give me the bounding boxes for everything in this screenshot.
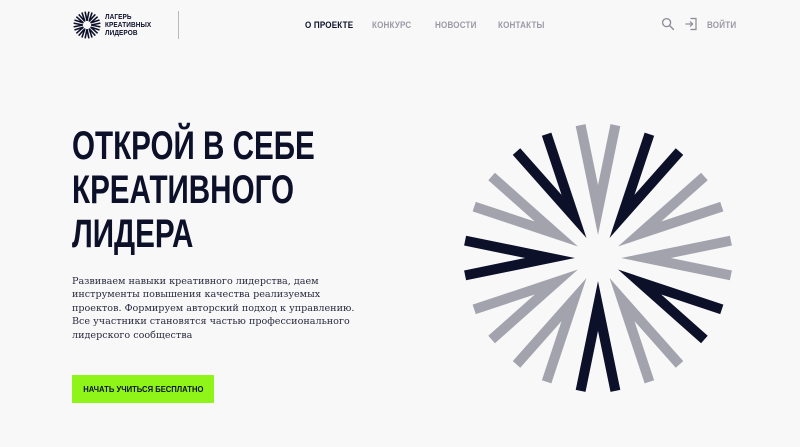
nav-item-contacts[interactable]: КОНТАКТЫ [498, 20, 545, 31]
start-learning-button-label: НАЧАТЬ УЧИТЬСЯ БЕСПЛАТНО [82, 384, 204, 394]
nav-item-about[interactable]: О ПРОЕКТЕ [305, 20, 353, 31]
brand-name: ЛАГЕРЬ КРЕАТИВНЫХ ЛИДЕРОВ [105, 12, 151, 38]
hero-title: ОТКРОЙ В СЕБЕ КРЕАТИВНОГО ЛИДЕРА [72, 124, 316, 256]
nav-item-news[interactable]: НОВОСТИ [435, 20, 477, 31]
hero-title-line-2: КРЕАТИВНОГО [72, 168, 294, 212]
header-divider [178, 11, 179, 39]
logo-ray-4 [91, 22, 101, 28]
search-icon[interactable] [661, 17, 675, 31]
sunburst-emblem [464, 124, 732, 392]
login-icon[interactable] [684, 17, 698, 31]
hero-description: Развиваем навыки креативного лидерства, … [72, 276, 355, 341]
nav-item-contest[interactable]: КОНКУРС [372, 20, 411, 31]
brand-logo[interactable]: ЛАГЕРЬ КРЕАТИВНЫХ ЛИДЕРОВ [72, 10, 159, 40]
emblem-ray-7 [575, 281, 621, 392]
logo-ray-1 [84, 11, 90, 21]
logo-ray-10 [73, 22, 83, 28]
hero-title-line-3: ЛИДЕРА [72, 212, 194, 256]
brand-line-3: ЛИДЕРОВ [105, 28, 138, 38]
emblem-ray-1 [575, 124, 621, 235]
login-link[interactable]: ВОЙТИ [707, 20, 736, 31]
emblem-ray-4 [621, 235, 732, 281]
sunburst-logo-icon [73, 11, 101, 39]
hero-title-line-1: ОТКРОЙ В СЕБЕ [72, 124, 315, 168]
logo-ray-7 [84, 29, 90, 39]
start-learning-button[interactable]: НАЧАТЬ УЧИТЬСЯ БЕСПЛАТНО [72, 375, 214, 403]
emblem-ray-10 [464, 235, 575, 281]
